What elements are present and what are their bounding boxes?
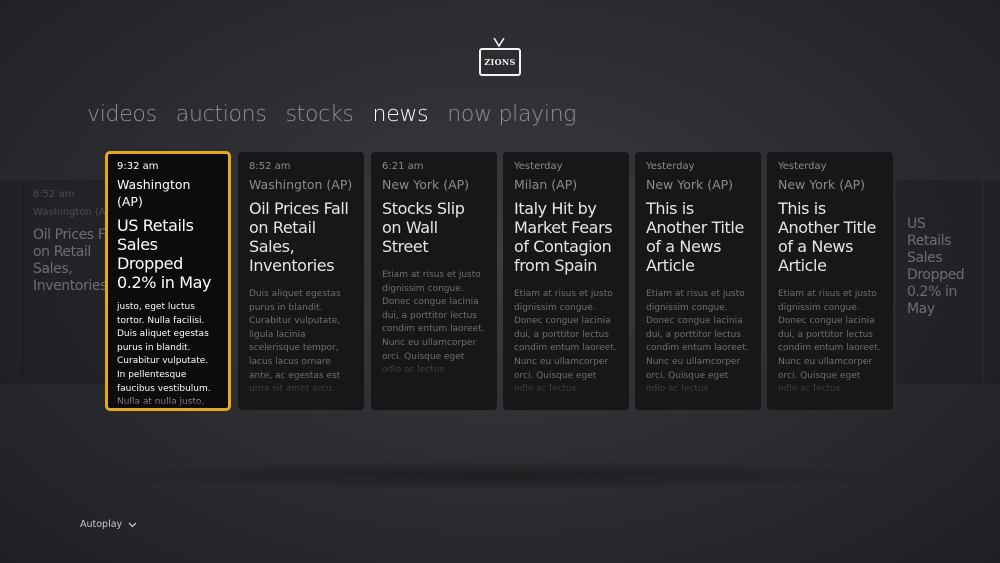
card-time: Yesterday bbox=[514, 161, 563, 172]
card-body: Etiam at risus et justo dignissim congue… bbox=[514, 289, 617, 398]
logo-text: ZIONS bbox=[484, 57, 516, 67]
card-location: New York (AP) bbox=[778, 177, 866, 192]
card-body: Duis aliquet egestas purus in blandit. C… bbox=[249, 289, 341, 398]
tab-videos[interactable]: videos bbox=[87, 102, 157, 127]
card-time: 9:32 am bbox=[117, 161, 159, 172]
card-body: Etiam at risus et justo dignissim congue… bbox=[778, 289, 881, 398]
card-headline: Oil Prices Fall on Retail Sales, Invento… bbox=[249, 199, 349, 275]
antenna-icon bbox=[493, 38, 505, 48]
autoplay-dropdown[interactable]: Autoplay bbox=[80, 519, 137, 530]
tv-icon: ZIONS bbox=[479, 48, 521, 76]
card-location: Washington (AP) bbox=[117, 177, 191, 209]
news-card[interactable]: Yesterday New York (AP) This is Another … bbox=[635, 152, 761, 410]
tab-stocks[interactable]: stocks bbox=[286, 102, 354, 127]
zions-logo: ZIONS bbox=[479, 38, 521, 76]
news-card[interactable]: Yesterday Milan (AP) Italy Hit by Market… bbox=[503, 152, 629, 410]
news-carousel: 8:52 am Washington (AP) 8:52 am Washingt… bbox=[0, 151, 1000, 411]
card-body: Etiam at risus et justo dignissim congue… bbox=[646, 289, 749, 398]
news-card-faded-right[interactable]: US Retails Sales Dropped 0.2% in May bbox=[896, 180, 982, 384]
card-body: Etiam at risus et justo dignissim congue… bbox=[382, 270, 485, 379]
card-location: New York (AP) bbox=[382, 177, 470, 192]
card-time: 6:21 am bbox=[382, 161, 424, 172]
tab-now-playing[interactable]: now playing bbox=[447, 102, 576, 127]
card-location: Washington (AP) bbox=[0, 204, 13, 221]
chevron-down-icon bbox=[128, 522, 137, 527]
card-headline: Stocks Slip on Wall Street bbox=[382, 199, 465, 256]
card-headline: This is Another Title of a News Article bbox=[778, 199, 876, 275]
news-card-faded-right-2[interactable] bbox=[984, 180, 1000, 384]
card-time: Yesterday bbox=[778, 161, 827, 172]
card-location: Washington (AP) bbox=[249, 177, 353, 192]
card-location: Milan (AP) bbox=[514, 177, 578, 192]
news-card-selected[interactable]: 9:32 am Washington (AP) US Retails Sales… bbox=[105, 151, 231, 411]
card-headline: Italy Hit by Market Fears of Contagion f… bbox=[514, 199, 613, 275]
news-card[interactable]: Yesterday New York (AP) This is Another … bbox=[767, 152, 893, 410]
card-time: Yesterday bbox=[646, 161, 695, 172]
card-headline: This is Another Title of a News Article bbox=[646, 199, 744, 275]
tab-news[interactable]: news bbox=[373, 102, 429, 127]
news-card[interactable]: 6:21 am New York (AP) Stocks Slip on Wal… bbox=[371, 152, 497, 410]
card-time: 8:52 am bbox=[0, 188, 13, 201]
card-headline: US Retails Sales Dropped 0.2% in May bbox=[907, 216, 965, 317]
card-headline: US Retails Sales Dropped 0.2% in May bbox=[117, 216, 212, 292]
tab-auctions[interactable]: auctions bbox=[176, 102, 267, 127]
card-time: 8:52 am bbox=[249, 161, 291, 172]
card-location: New York (AP) bbox=[646, 177, 734, 192]
main-nav: videos auctions stocks news now playing bbox=[87, 102, 577, 127]
news-card[interactable]: 8:52 am Washington (AP) Oil Prices Fall … bbox=[238, 152, 364, 410]
card-body: justo, eget luctus tortor. Nulla facilis… bbox=[117, 302, 211, 408]
carousel-shadow bbox=[70, 460, 930, 490]
autoplay-label: Autoplay bbox=[80, 519, 123, 530]
news-card-faded-left[interactable]: 8:52 am Washington (AP) bbox=[0, 180, 24, 384]
